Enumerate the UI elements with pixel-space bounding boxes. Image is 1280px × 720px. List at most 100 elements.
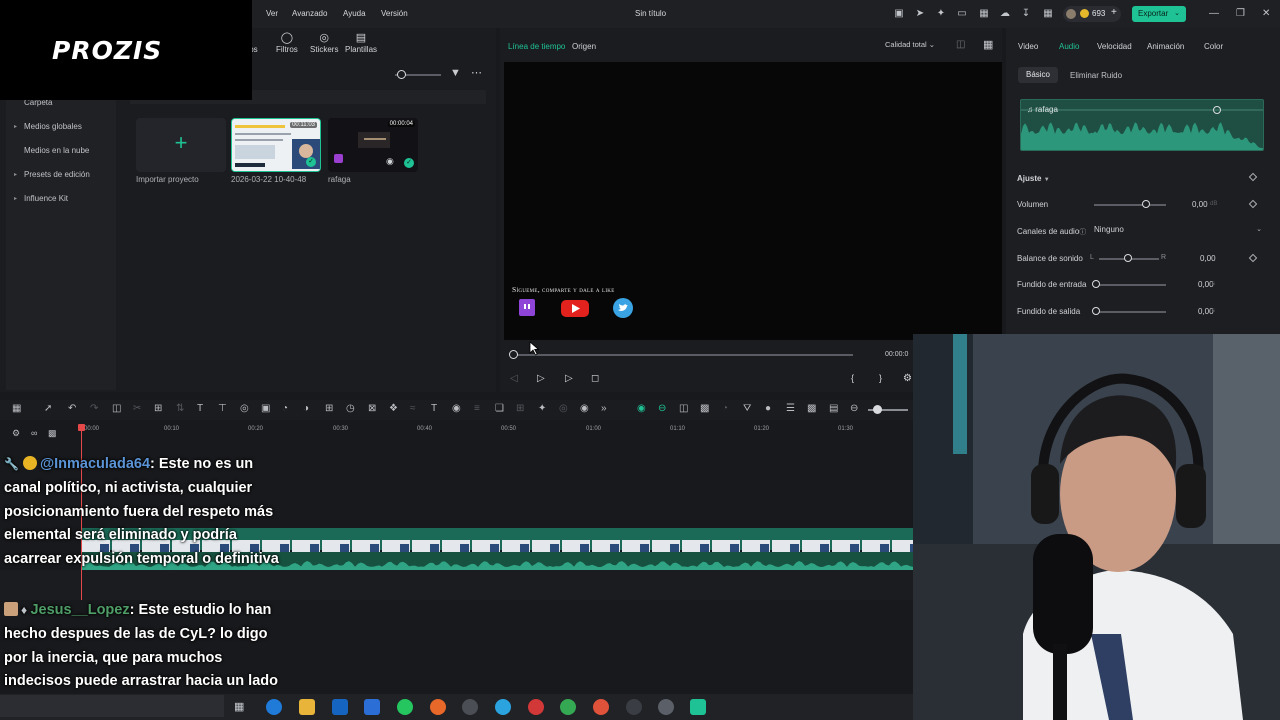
menu-help[interactable]: Ayuda <box>343 9 366 18</box>
record-icon[interactable]: ◉ <box>452 403 461 414</box>
text-effect-icon[interactable]: T <box>431 403 437 414</box>
eye-icon[interactable]: ◉ <box>386 156 394 167</box>
speed-icon[interactable]: ◔ <box>282 403 288 414</box>
shield-icon[interactable]: ⛛ <box>743 403 751 414</box>
split-icon[interactable]: ⇅ <box>176 403 184 414</box>
volume-value[interactable]: 0,00 <box>1192 200 1208 209</box>
chrome-icon[interactable] <box>560 699 576 715</box>
settings-icon[interactable]: ⚙ <box>903 373 912 384</box>
render-icon[interactable]: ▩ <box>700 403 709 414</box>
playhead-handle[interactable] <box>78 424 85 431</box>
whatsapp-icon[interactable] <box>397 699 413 715</box>
avatar[interactable] <box>1066 9 1076 19</box>
subtab-noise-removal[interactable]: Eliminar Ruido <box>1070 71 1122 80</box>
gift-icon[interactable]: ▣ <box>893 8 905 20</box>
save-icon[interactable]: ▦ <box>978 8 990 20</box>
crop-icon[interactable]: ⊞ <box>154 403 162 414</box>
add-credits-icon[interactable]: + <box>1111 7 1117 18</box>
timer-icon[interactable]: ◷ <box>346 403 355 414</box>
prev-frame-icon[interactable]: ◁ <box>510 373 518 384</box>
sidebar-item-cloud-media[interactable]: Medios en la nube <box>6 140 116 162</box>
tab-speed[interactable]: Velocidad <box>1097 42 1132 51</box>
tab-stickers[interactable]: ◎ Stickers <box>310 31 338 54</box>
menu-advanced[interactable]: Avanzado <box>292 9 327 18</box>
quality-select[interactable]: Calidad total ⌄ <box>885 40 935 49</box>
audio-channels-select[interactable]: Ninguno ⌄ <box>1094 225 1266 237</box>
app-red-icon[interactable] <box>528 699 544 715</box>
monitor-icon[interactable]: ▭ <box>956 8 968 20</box>
fade-out-slider[interactable] <box>1094 311 1166 313</box>
transition-icon[interactable]: ≈ <box>410 403 416 414</box>
tab-filters[interactable]: ◯ Filtros <box>276 31 298 54</box>
stop-icon[interactable]: ◻ <box>591 373 599 384</box>
menu-version[interactable]: Versión <box>381 9 408 18</box>
sidebar-item-influence-kit[interactable]: ▸ Influence Kit <box>6 188 116 210</box>
play-icon[interactable]: ▷ <box>565 373 573 384</box>
download-icon[interactable]: ↧ <box>1020 8 1032 20</box>
zoom-out-icon[interactable]: ⊖ <box>850 403 858 414</box>
timeline-zoom-handle[interactable] <box>873 405 882 414</box>
link-icon[interactable]: ⊖ <box>658 403 666 414</box>
marker-icon[interactable]: ◫ <box>679 403 688 414</box>
layout-icon[interactable]: ▦ <box>12 403 21 414</box>
tab-timeline-preview[interactable]: Línea de tiempo <box>508 42 565 51</box>
tab-video[interactable]: Video <box>1018 42 1038 51</box>
track-view-icon[interactable]: ▩ <box>48 428 57 439</box>
media-zoom-knob[interactable] <box>397 70 406 79</box>
mask-icon[interactable]: ▣ <box>261 403 270 414</box>
caption-icon[interactable]: ▩ <box>807 403 816 414</box>
redo-icon[interactable]: ↷ <box>90 403 98 414</box>
maximize-icon[interactable]: ❐ <box>1236 8 1245 19</box>
filter-icon[interactable]: ▼ <box>450 67 461 79</box>
sidebar-item-edit-presets[interactable]: ▸ Presets de edición <box>6 164 116 186</box>
volume-slider[interactable] <box>1094 204 1166 206</box>
mark-in-icon[interactable]: { <box>851 373 854 383</box>
cut-icon[interactable]: ✂ <box>133 403 141 414</box>
word-icon[interactable] <box>364 699 380 715</box>
undo-icon[interactable]: ↶ <box>68 403 76 414</box>
mixer-icon[interactable]: ☰ <box>786 403 795 414</box>
volume-slider-handle[interactable] <box>1141 200 1150 208</box>
fade-in-slider[interactable] <box>1094 284 1166 286</box>
balance-slider-handle[interactable] <box>1124 254 1132 262</box>
send-icon[interactable]: ➤ <box>914 8 926 20</box>
ai-text-icon[interactable]: ⊤ <box>218 403 227 414</box>
credits-pill[interactable]: 693 + <box>1063 6 1121 22</box>
fit-icon[interactable]: ⊞ <box>516 403 524 414</box>
minimize-icon[interactable]: — <box>1209 8 1219 19</box>
sparkle-icon[interactable]: ✦ <box>935 8 947 20</box>
edge-icon[interactable] <box>266 699 282 715</box>
zoom-icon[interactable]: ⊞ <box>325 403 333 414</box>
grid-icon[interactable]: ▦ <box>1042 8 1054 20</box>
media-clip-rafaga[interactable]: 00:00:04 ◉ ✓ <box>328 118 418 172</box>
balance-value[interactable]: 0,00 <box>1200 254 1216 263</box>
color-icon[interactable]: ◑ <box>303 403 309 414</box>
close-icon[interactable]: ✕ <box>1262 8 1270 19</box>
filmora-icon[interactable] <box>690 699 706 715</box>
preview-scrub-handle[interactable] <box>509 350 518 359</box>
effect-icon[interactable]: ❖ <box>389 403 398 414</box>
text-icon[interactable]: T <box>197 403 203 414</box>
fade-out-slider-handle[interactable] <box>1092 307 1100 315</box>
caret-down-icon[interactable]: ▼ <box>1044 177 1050 183</box>
select-tool-icon[interactable]: ➚ <box>44 403 52 414</box>
taskbar-search[interactable] <box>0 695 224 717</box>
ai-icon[interactable]: ✦ <box>538 403 546 414</box>
task-view-icon[interactable]: ▦ <box>234 700 244 713</box>
tab-color[interactable]: Color <box>1204 42 1223 51</box>
add-track-icon[interactable]: ⚙ <box>12 428 20 439</box>
menu-view[interactable]: Ver <box>266 9 278 18</box>
tab-animation[interactable]: Animación <box>1147 42 1184 51</box>
detach-icon[interactable]: ≡ <box>474 403 480 414</box>
outlook-icon[interactable] <box>332 699 348 715</box>
magnet-icon[interactable]: ◉ <box>637 403 646 414</box>
stabilize-icon[interactable]: ⊠ <box>368 403 376 414</box>
step-forward-icon[interactable]: ▷ <box>537 373 545 384</box>
fade-in-slider-handle[interactable] <box>1092 280 1100 288</box>
app-gray-icon[interactable] <box>658 699 674 715</box>
tab-source-preview[interactable]: Origen <box>572 42 596 51</box>
folder-icon[interactable] <box>299 699 315 715</box>
export-button[interactable]: Exportar ⌄ <box>1132 6 1186 22</box>
app-orange-icon[interactable] <box>593 699 609 715</box>
tab-templates[interactable]: ▤ Plantillas <box>345 31 377 54</box>
